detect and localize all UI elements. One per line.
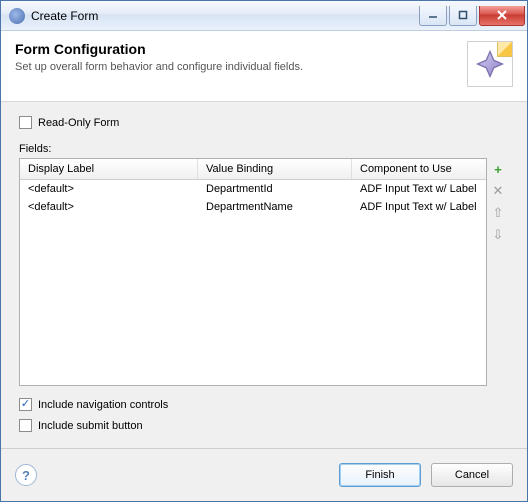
cell-label: <default> (20, 198, 198, 216)
finish-button[interactable]: Finish (339, 463, 421, 487)
readonly-checkbox-row[interactable]: Read-Only Form (19, 116, 509, 129)
titlebar[interactable]: Create Form (1, 1, 527, 31)
cell-binding: DepartmentName (198, 198, 352, 216)
maximize-button[interactable] (449, 6, 477, 26)
minimize-button[interactable] (419, 6, 447, 26)
cell-binding: DepartmentId (198, 180, 352, 198)
move-up-icon[interactable]: ⇧ (489, 204, 507, 222)
table-side-buttons: + ✕ ⇧ ⇩ (487, 158, 509, 386)
col-display-label[interactable]: Display Label (20, 159, 198, 179)
fields-table[interactable]: Display Label Value Binding Component to… (19, 158, 487, 386)
wizard-banner-icon (467, 41, 513, 87)
help-icon[interactable]: ? (15, 464, 37, 486)
move-down-icon[interactable]: ⇩ (489, 226, 507, 244)
dialog-body: Read-Only Form Fields: Display Label Val… (1, 102, 527, 448)
nav-checkbox[interactable] (19, 398, 32, 411)
submit-checkbox-row[interactable]: Include submit button (19, 419, 509, 432)
dialog-header: Form Configuration Set up overall form b… (1, 31, 527, 102)
remove-icon[interactable]: ✕ (489, 182, 507, 200)
cancel-button[interactable]: Cancel (431, 463, 513, 487)
col-value-binding[interactable]: Value Binding (198, 159, 352, 179)
close-button[interactable] (479, 6, 525, 26)
readonly-label: Read-Only Form (38, 117, 119, 129)
fields-table-wrap: Display Label Value Binding Component to… (19, 158, 509, 386)
col-component[interactable]: Component to Use (352, 159, 486, 179)
cell-label: <default> (20, 180, 198, 198)
readonly-checkbox[interactable] (19, 116, 32, 129)
cell-component: ADF Input Text w/ Label (352, 198, 486, 216)
window-buttons (417, 6, 525, 26)
submit-checkbox[interactable] (19, 419, 32, 432)
table-body: <default> DepartmentId ADF Input Text w/… (20, 180, 486, 385)
cell-component: ADF Input Text w/ Label (352, 180, 486, 198)
dialog-footer: ? Finish Cancel (1, 449, 527, 501)
submit-label: Include submit button (38, 420, 143, 432)
app-icon (9, 8, 25, 24)
table-row[interactable]: <default> DepartmentId ADF Input Text w/… (20, 180, 486, 198)
table-header: Display Label Value Binding Component to… (20, 159, 486, 180)
window-title: Create Form (31, 9, 417, 23)
header-subtitle: Set up overall form behavior and configu… (15, 61, 467, 73)
add-icon[interactable]: + (489, 160, 507, 178)
dialog-window: Create Form Form Configuration Set up ov… (0, 0, 528, 502)
nav-label: Include navigation controls (38, 399, 168, 411)
nav-checkbox-row[interactable]: Include navigation controls (19, 398, 509, 411)
header-title: Form Configuration (15, 41, 467, 57)
fields-label: Fields: (19, 143, 509, 155)
table-row[interactable]: <default> DepartmentName ADF Input Text … (20, 198, 486, 216)
